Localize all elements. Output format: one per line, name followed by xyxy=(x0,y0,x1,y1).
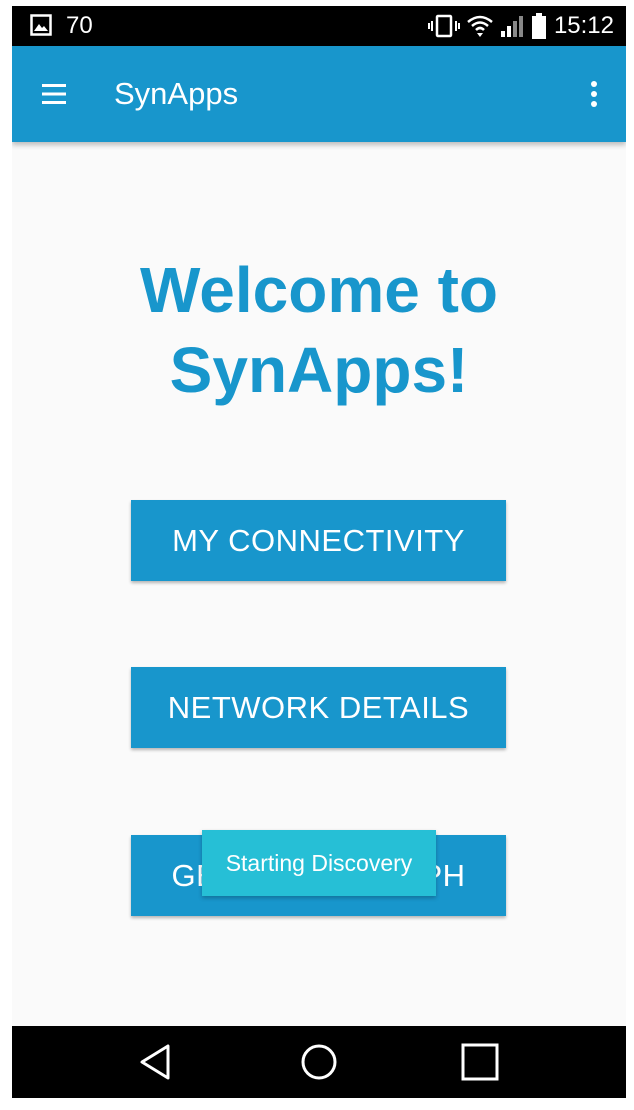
clock: 15:12 xyxy=(553,12,614,39)
app-title: SynApps xyxy=(114,76,239,111)
gallery-icon xyxy=(30,14,52,36)
my-connectivity-button[interactable]: MY CONNECTIVITY xyxy=(131,500,506,581)
welcome-heading: Welcome to SynApps! xyxy=(12,250,626,410)
more-vert-icon[interactable] xyxy=(582,74,606,114)
back-icon[interactable] xyxy=(136,1040,180,1084)
network-details-button[interactable]: NETWORK DETAILS xyxy=(131,667,506,748)
notification-count: 70 xyxy=(66,12,93,39)
toast-message: Starting Discovery xyxy=(202,830,436,896)
main-content: Welcome to SynApps! MY CONNECTIVITY NETW… xyxy=(12,142,626,1026)
recents-icon[interactable] xyxy=(458,1040,502,1084)
battery-icon xyxy=(531,13,546,39)
vibrate-icon xyxy=(427,14,460,38)
phone-screen: 70 15:12 SynApps Welcome to SynApps! MY … xyxy=(12,6,626,1098)
home-icon[interactable] xyxy=(297,1040,341,1084)
status-icons: 15:12 xyxy=(427,12,614,40)
navigation-bar xyxy=(12,1026,626,1098)
status-bar: 70 15:12 xyxy=(12,6,626,46)
welcome-line-2: SynApps! xyxy=(169,334,469,406)
signal-icon xyxy=(500,16,523,37)
hamburger-menu-icon[interactable] xyxy=(34,74,74,114)
app-bar: SynApps xyxy=(12,46,626,142)
welcome-line-1: Welcome to xyxy=(140,254,498,326)
wifi-icon xyxy=(467,15,493,37)
